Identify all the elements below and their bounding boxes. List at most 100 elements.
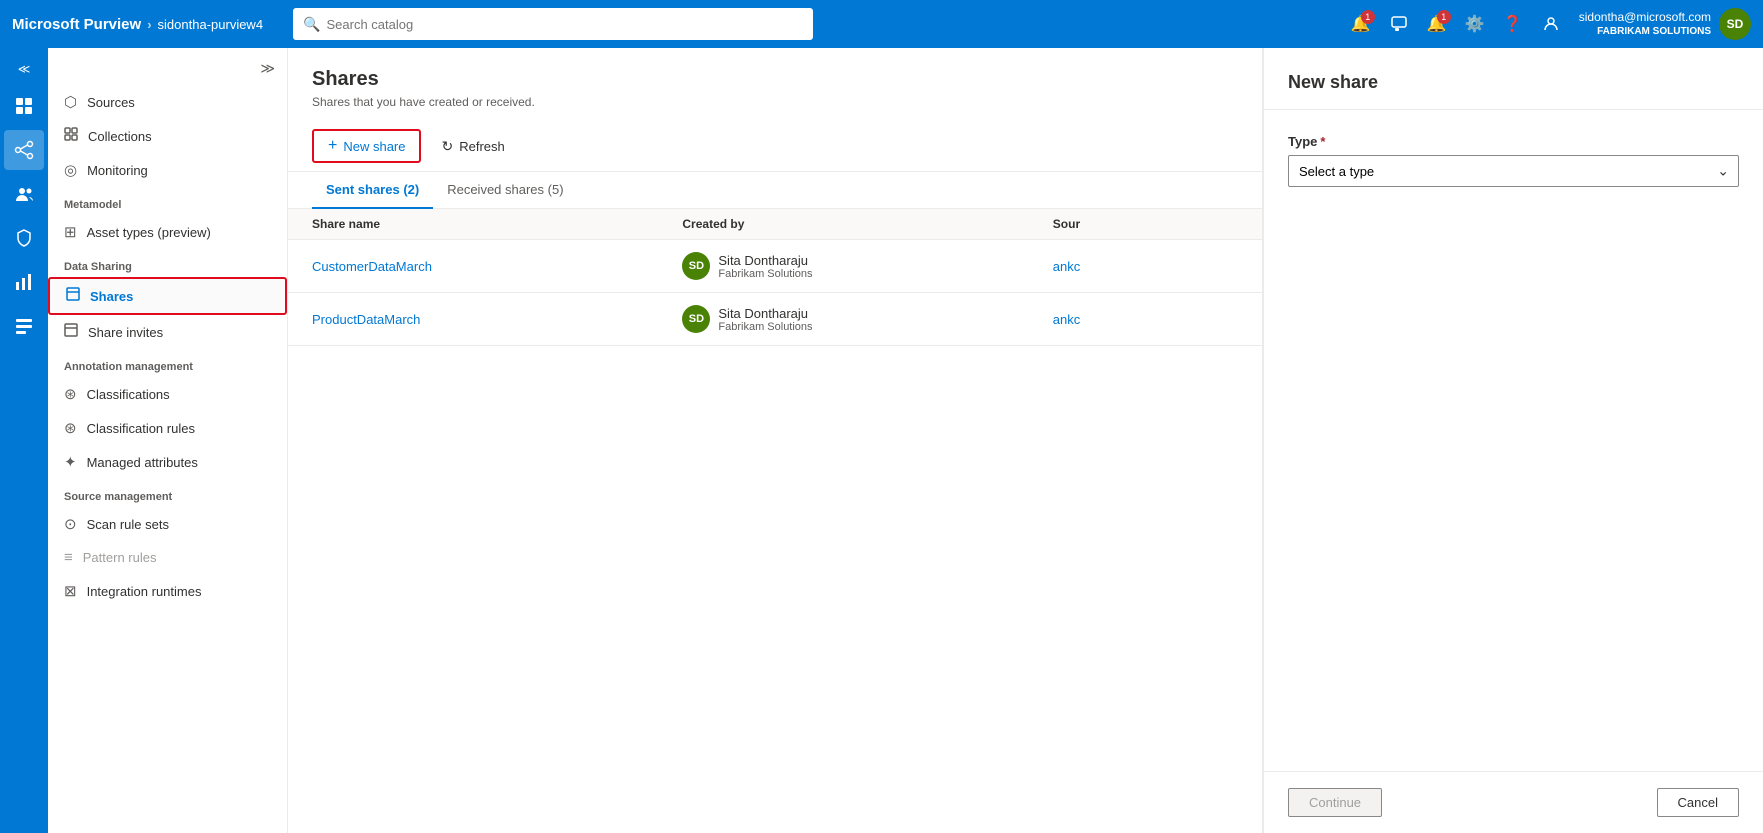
sidebar-section-source-mgmt: Source management: [48, 479, 287, 507]
user-info-2: Sita Dontharaju Fabrikam Solutions: [718, 306, 812, 333]
pattern-rules-icon: ≡: [64, 549, 73, 566]
sidebar-item-classifications[interactable]: ⊛ Classifications: [48, 377, 287, 411]
user-company-2: Fabrikam Solutions: [718, 321, 812, 333]
sidebar-collapse-btn[interactable]: ≫: [256, 56, 279, 81]
col-source: Sour: [1053, 217, 1238, 231]
sidebar-item-share-invites-label: Share invites: [88, 325, 163, 340]
sidebar-section-metamodel: Metamodel: [48, 187, 287, 215]
scan-rule-sets-icon: ⊙: [64, 515, 77, 533]
refresh-button[interactable]: ↻ Refresh: [429, 132, 516, 161]
sidebar-item-scan-rule-sets[interactable]: ⊙ Scan rule sets: [48, 507, 287, 541]
sidebar-item-monitoring-label: Monitoring: [87, 163, 148, 178]
type-label: Type *: [1288, 134, 1739, 149]
user-avatar-1: SD: [682, 252, 710, 280]
search-bar[interactable]: 🔍: [293, 8, 813, 40]
rail-manage[interactable]: [4, 306, 44, 346]
help-btn[interactable]: ❓: [1497, 8, 1529, 40]
sidebar-item-managed-attributes[interactable]: ✦ Managed attributes: [48, 445, 287, 479]
sidebar-item-managed-attributes-label: Managed attributes: [87, 455, 198, 470]
continue-button[interactable]: Continue: [1288, 788, 1382, 817]
new-share-btn-label: New share: [343, 139, 405, 154]
user-company-1: Fabrikam Solutions: [718, 268, 812, 280]
shares-table: Share name Created by Sour CustomerDataM…: [288, 209, 1262, 833]
rail-users[interactable]: [4, 174, 44, 214]
cancel-button[interactable]: Cancel: [1657, 788, 1739, 817]
breadcrumb-sep: ›: [147, 17, 151, 32]
user-avatar[interactable]: SD: [1719, 8, 1751, 40]
search-input[interactable]: [327, 17, 804, 32]
type-select-wrapper: Select a type: [1288, 155, 1739, 187]
sidebar-item-monitoring[interactable]: ◎ Monitoring: [48, 153, 287, 187]
app-body: ≪ ≫ ⬡ Sources: [0, 48, 1763, 833]
shares-icon: [66, 287, 80, 305]
brand-name: Microsoft Purview: [12, 16, 141, 33]
shares-header: Shares Shares that you have created or r…: [288, 48, 1262, 121]
rail-insights[interactable]: [4, 262, 44, 302]
sidebar-item-asset-types[interactable]: ⊞ Asset types (preview): [48, 215, 287, 249]
rail-policy[interactable]: [4, 218, 44, 258]
user-name-2: Sita Dontharaju: [718, 306, 812, 321]
new-share-title: New share: [1288, 72, 1739, 93]
sidebar-item-collections[interactable]: Collections: [48, 119, 287, 153]
feedback-btn[interactable]: [1383, 8, 1415, 40]
sidebar-item-pattern-rules[interactable]: ≡ Pattern rules: [48, 541, 287, 574]
notifications-btn[interactable]: 🔔 1: [1345, 8, 1377, 40]
sidebar: ≫ ⬡ Sources Collections ◎ Monitoring Met…: [48, 48, 288, 833]
sidebar-section-annotation: Annotation management: [48, 349, 287, 377]
user-info-1: Sita Dontharaju Fabrikam Solutions: [718, 253, 812, 280]
refresh-icon: ↻: [441, 138, 453, 155]
required-marker: *: [1320, 134, 1325, 149]
share-name-1[interactable]: CustomerDataMarch: [312, 258, 682, 274]
alerts-btn[interactable]: 🔔 1: [1421, 8, 1453, 40]
classifications-icon: ⊛: [64, 385, 77, 403]
user-company: FABRIKAM SOLUTIONS: [1579, 25, 1711, 38]
notification-badge-2: 1: [1437, 10, 1451, 24]
monitoring-icon: ◎: [64, 161, 77, 179]
search-icon: 🔍: [303, 16, 320, 33]
sidebar-item-asset-types-label: Asset types (preview): [87, 225, 211, 240]
asset-types-icon: ⊞: [64, 223, 77, 241]
notification-badge-1: 1: [1361, 10, 1375, 24]
user-avatar-2: SD: [682, 305, 710, 333]
integration-runtimes-icon: ⊠: [64, 582, 77, 600]
new-share-button[interactable]: + New share: [312, 129, 421, 163]
sidebar-item-collections-label: Collections: [88, 129, 152, 144]
source-cell-2[interactable]: ankc: [1053, 311, 1238, 327]
sidebar-item-shares[interactable]: Shares: [48, 277, 287, 315]
shares-subtitle: Shares that you have created or received…: [312, 95, 1238, 109]
sidebar-item-classification-rules-label: Classification rules: [87, 421, 195, 436]
plus-icon: +: [328, 137, 337, 155]
refresh-btn-label: Refresh: [459, 139, 505, 154]
user-info: sidontha@microsoft.com FABRIKAM SOLUTION…: [1579, 8, 1751, 40]
icon-rail: ≪: [0, 48, 48, 833]
brand: Microsoft Purview › sidontha-purview4: [12, 16, 263, 33]
rail-expand-btn[interactable]: ≪: [12, 56, 37, 82]
tab-sent-shares[interactable]: Sent shares (2): [312, 172, 433, 209]
sources-icon: ⬡: [64, 93, 77, 111]
sidebar-item-sources-label: Sources: [87, 95, 135, 110]
sidebar-item-classification-rules[interactable]: ⊛ Classification rules: [48, 411, 287, 445]
main-area: Shares Shares that you have created or r…: [288, 48, 1763, 833]
sidebar-item-integration-runtimes[interactable]: ⊠ Integration runtimes: [48, 574, 287, 608]
share-invites-icon: [64, 323, 78, 341]
sidebar-item-sources[interactable]: ⬡ Sources: [48, 85, 287, 119]
share-name-2[interactable]: ProductDataMarch: [312, 311, 682, 327]
shares-tabs: Sent shares (2) Received shares (5): [288, 172, 1262, 209]
table-row: CustomerDataMarch SD Sita Dontharaju Fab…: [288, 240, 1262, 293]
profile-btn[interactable]: [1535, 8, 1567, 40]
settings-btn[interactable]: ⚙️: [1459, 8, 1491, 40]
type-select[interactable]: Select a type: [1288, 155, 1739, 187]
tab-received-shares[interactable]: Received shares (5): [433, 172, 577, 209]
user-text: sidontha@microsoft.com FABRIKAM SOLUTION…: [1579, 10, 1711, 39]
rail-home[interactable]: [4, 86, 44, 126]
table-row: ProductDataMarch SD Sita Dontharaju Fabr…: [288, 293, 1262, 346]
shares-title: Shares: [312, 68, 1238, 91]
user-cell-1: SD Sita Dontharaju Fabrikam Solutions: [682, 252, 1052, 280]
sidebar-item-share-invites[interactable]: Share invites: [48, 315, 287, 349]
col-created-by: Created by: [682, 217, 1052, 231]
sidebar-item-shares-label: Shares: [90, 289, 133, 304]
user-email: sidontha@microsoft.com: [1579, 10, 1711, 26]
source-cell-1[interactable]: ankc: [1053, 258, 1238, 274]
user-cell-2: SD Sita Dontharaju Fabrikam Solutions: [682, 305, 1052, 333]
rail-data-share[interactable]: [4, 130, 44, 170]
